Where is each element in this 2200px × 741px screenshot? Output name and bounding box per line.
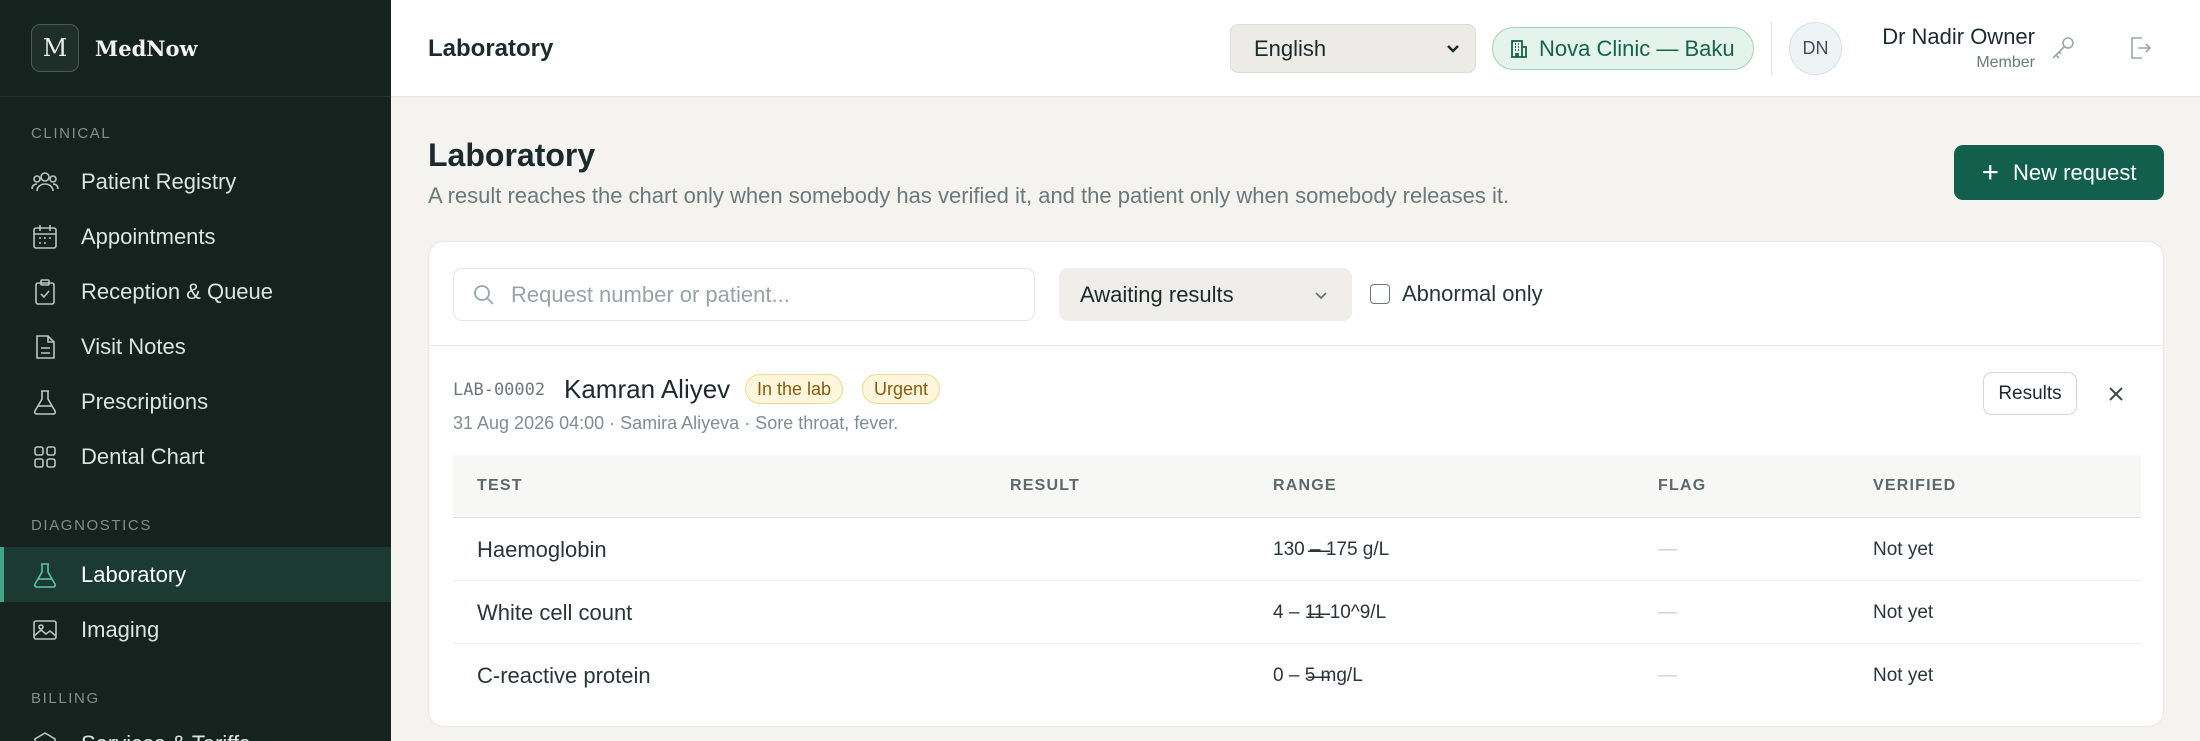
sidebar-item-label: Reception & Queue: [81, 278, 274, 304]
reference-range: 4 – 11 10^9/L: [1273, 602, 1387, 623]
user-name: Dr Nadir Owner: [1882, 24, 2035, 49]
request-id: LAB-00002: [453, 380, 546, 400]
search-icon: [474, 284, 494, 305]
new-request-label: New request: [2013, 159, 2137, 185]
search-field[interactable]: [453, 268, 1035, 321]
chevron-down-icon: [1315, 291, 1327, 299]
abnormal-only-label: Abnormal only: [1402, 281, 1543, 306]
clinic-name: Nova Clinic — Baku: [1539, 35, 1735, 61]
sidebar-item-imaging[interactable]: Imaging: [0, 602, 391, 657]
abnormal-only-checkbox[interactable]: Abnormal only: [1370, 281, 1543, 307]
sidebar-item-prescriptions[interactable]: Prescriptions: [0, 374, 391, 429]
sidebar-item-label: Prescriptions: [81, 388, 209, 414]
tag-icon: [31, 730, 59, 741]
image-icon: [31, 616, 59, 644]
users-icon: [31, 168, 59, 196]
language-value: English: [1254, 35, 1327, 61]
test-name: White cell count: [477, 600, 633, 625]
column-header-result: RESULT: [1010, 477, 1081, 494]
brand: M MedNow: [0, 0, 391, 97]
logout-icon[interactable]: [2124, 33, 2154, 63]
status-filter-select[interactable]: Awaiting results: [1059, 268, 1352, 321]
grid-icon: [31, 443, 59, 471]
user-role: Member: [1976, 54, 2035, 71]
nav-section-billing: BILLING: [31, 690, 100, 707]
filter-bar: Awaiting results Abnormal only: [429, 242, 2163, 346]
sidebar-item-label: Services & Tariffs: [81, 731, 250, 741]
clinic-switcher[interactable]: Nova Clinic — Baku: [1492, 27, 1754, 70]
sidebar-item-dental-chart[interactable]: Dental Chart: [0, 429, 391, 484]
document-icon: [31, 333, 59, 361]
sidebar-item-label: Visit Notes: [81, 333, 186, 359]
table-header: TEST RESULT RANGE FLAG VERIFIED: [453, 455, 2141, 518]
status-badge: In the lab: [745, 374, 844, 404]
chevron-down-icon: [1445, 36, 1461, 62]
search-input[interactable]: [511, 281, 1011, 308]
nav-section-diagnostics: DIAGNOSTICS: [31, 517, 152, 534]
clipboard-icon: [31, 278, 59, 306]
flask-icon: [31, 388, 59, 416]
table-row[interactable]: C-reactive protein — 0 – 5 mg/L — Not ye…: [453, 644, 2141, 707]
page-title: Laboratory: [428, 137, 596, 173]
table-row[interactable]: White cell count — 4 – 11 10^9/L — Not y…: [453, 581, 2141, 644]
topbar-title: Laboratory: [428, 35, 554, 62]
flask-icon: [31, 561, 59, 589]
topbar: Laboratory English Nova Clinic — Baku DN…: [391, 0, 2200, 97]
flag-value: —: [1658, 665, 1677, 686]
flag-value: —: [1658, 602, 1677, 623]
request-patient-name[interactable]: Kamran Aliyev: [564, 374, 730, 405]
flag-value: —: [1658, 539, 1677, 560]
sidebar-item-label: Patient Registry: [81, 168, 237, 194]
page-subtitle: A result reaches the chart only when som…: [428, 183, 1510, 208]
test-name: C-reactive protein: [477, 663, 651, 688]
close-icon[interactable]: [2100, 378, 2132, 410]
sidebar-item-label: Dental Chart: [81, 443, 205, 469]
verified-status: Not yet: [1873, 539, 1934, 560]
column-header-range: RANGE: [1273, 477, 1337, 494]
language-select[interactable]: English: [1230, 24, 1476, 73]
sidebar-item-label: Imaging: [81, 616, 160, 642]
sidebar-item-services-tariffs[interactable]: Services & Tariffs: [0, 716, 391, 741]
building-icon: [1511, 39, 1527, 58]
sidebar: M MedNow CLINICAL Patient Registry Appoi…: [0, 0, 391, 741]
sidebar-item-laboratory[interactable]: Laboratory: [0, 547, 391, 602]
lab-requests-card: Awaiting results Abnormal only LAB-00002…: [428, 241, 2164, 727]
sidebar-item-appointments[interactable]: Appointments: [0, 209, 391, 264]
lab-results-table: TEST RESULT RANGE FLAG VERIFIED Haemoglo…: [453, 455, 2141, 707]
sidebar-item-patient-registry[interactable]: Patient Registry: [0, 154, 391, 209]
column-header-flag: FLAG: [1658, 477, 1707, 494]
avatar[interactable]: DN: [1789, 22, 1842, 75]
reference-range: 0 – 5 mg/L: [1273, 665, 1363, 686]
sidebar-item-label: Laboratory: [81, 561, 187, 587]
plus-icon: +: [1981, 155, 1999, 189]
verified-status: Not yet: [1873, 665, 1934, 686]
table-row[interactable]: Haemoglobin — 130 – 175 g/L — Not yet: [453, 518, 2141, 581]
test-name: Haemoglobin: [477, 537, 607, 562]
column-header-verified: VERIFIED: [1873, 477, 1957, 494]
reference-range: 130 – 175 g/L: [1273, 539, 1390, 560]
nav-section-clinical: CLINICAL: [31, 125, 112, 142]
status-filter-value: Awaiting results: [1080, 281, 1234, 307]
brand-logo: M: [31, 24, 79, 72]
key-icon[interactable]: [2048, 33, 2078, 63]
request-meta: 31 Aug 2026 04:00 · Samira Aliyeva · Sor…: [453, 413, 899, 433]
sidebar-item-label: Appointments: [81, 223, 216, 249]
verified-status: Not yet: [1873, 602, 1934, 623]
calendar-icon: [31, 223, 59, 251]
brand-name: MedNow: [95, 35, 198, 61]
sidebar-item-reception-queue[interactable]: Reception & Queue: [0, 264, 391, 319]
divider: [1771, 22, 1772, 75]
new-request-button[interactable]: + New request: [1954, 145, 2164, 200]
sidebar-item-visit-notes[interactable]: Visit Notes: [0, 319, 391, 374]
results-button[interactable]: Results: [1983, 372, 2077, 415]
checkbox-box[interactable]: [1370, 284, 1390, 304]
priority-badge: Urgent: [862, 374, 941, 404]
column-header-test: TEST: [477, 477, 523, 494]
